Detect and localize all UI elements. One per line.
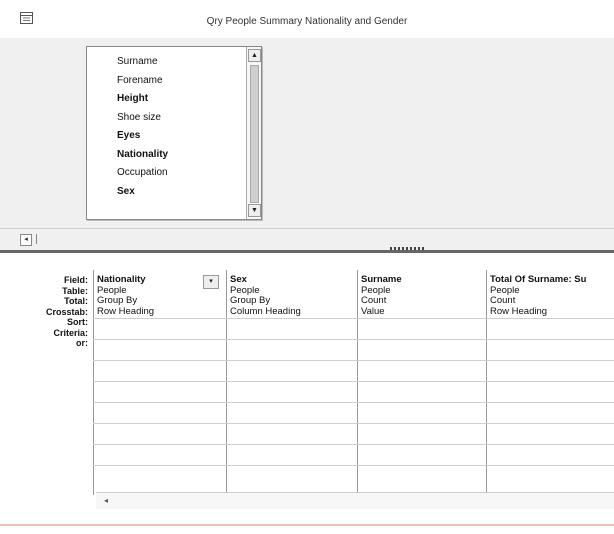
table-cell[interactable]: People bbox=[358, 286, 486, 297]
field-list-item[interactable]: Forename bbox=[117, 72, 241, 91]
field-list-item[interactable]: Occupation bbox=[117, 164, 241, 183]
table-pane-scrollbar[interactable]: ◂ bbox=[0, 228, 614, 251]
grid-column-1[interactable]: Nationality People Group By Row Heading bbox=[93, 270, 226, 495]
grid-row-label: Criteria: bbox=[53, 327, 88, 338]
grid-row-divider bbox=[93, 381, 614, 382]
total-cell[interactable]: Group By bbox=[94, 296, 226, 307]
field-list-item[interactable]: Sex bbox=[117, 183, 241, 202]
table-cell[interactable]: People bbox=[487, 286, 614, 297]
title-bar: Qry People Summary Nationality and Gende… bbox=[0, 0, 614, 39]
crosstab-cell[interactable]: Column Heading bbox=[227, 307, 357, 318]
scroll-down-icon[interactable]: ▼ bbox=[248, 204, 261, 217]
field-cell[interactable]: Surname bbox=[358, 275, 486, 286]
scroll-track[interactable] bbox=[36, 234, 47, 244]
crosstab-cell[interactable]: Row Heading bbox=[94, 307, 226, 318]
grid-row-divider bbox=[93, 318, 614, 319]
field-list-item[interactable]: Eyes bbox=[117, 127, 241, 146]
window-title: Qry People Summary Nationality and Gende… bbox=[206, 16, 408, 27]
total-cell[interactable]: Group By bbox=[227, 296, 357, 307]
grid-scrollbar[interactable]: ◂ bbox=[96, 492, 614, 509]
pane-splitter[interactable] bbox=[0, 247, 614, 253]
table-cell[interactable]: People bbox=[227, 286, 357, 297]
table-pane[interactable]: Surname Forename Height Shoe size Eyes Nation… bbox=[0, 38, 614, 228]
grid-row-divider bbox=[93, 360, 614, 361]
splitter-grip-icon[interactable] bbox=[390, 247, 426, 250]
design-grid[interactable]: Field: Table: Total: Crosstab: Sort: Criteria… bbox=[0, 260, 614, 522]
grid-row-divider bbox=[93, 465, 614, 466]
grid-row-label: Table: bbox=[62, 285, 88, 296]
grid-row-label: Total: bbox=[64, 296, 88, 306]
field-list-item[interactable]: Shoe size bbox=[117, 109, 241, 128]
scroll-up-icon[interactable]: ▲ bbox=[248, 49, 261, 62]
crosstab-cell[interactable]: Row Heading bbox=[487, 307, 614, 318]
field-dropdown-icon[interactable]: ▾ bbox=[203, 275, 219, 289]
total-cell[interactable]: Count bbox=[487, 296, 614, 307]
scroll-thumb[interactable] bbox=[250, 65, 259, 203]
scroll-left-icon[interactable]: ◂ bbox=[20, 234, 32, 246]
field-list: Surname Forename Height Shoe size Eyes Nation… bbox=[117, 53, 241, 201]
field-list-item[interactable]: Nationality bbox=[117, 146, 241, 165]
grid-column-3[interactable]: Surname People Count Value bbox=[357, 270, 486, 495]
field-list-item[interactable]: Surname bbox=[117, 53, 241, 72]
field-list-item[interactable]: Height bbox=[117, 90, 241, 109]
field-cell[interactable]: Sex bbox=[227, 275, 357, 286]
grid-row-label: Field: bbox=[64, 275, 88, 285]
field-cell[interactable]: Total Of Surname: Su bbox=[487, 275, 614, 286]
grid-row-divider bbox=[93, 339, 614, 340]
grid-row-label: Crosstab: bbox=[45, 306, 88, 317]
total-cell[interactable]: Count bbox=[358, 296, 486, 307]
grid-row-divider bbox=[93, 444, 614, 445]
field-list-scrollbar[interactable]: ▲ ▼ bbox=[246, 47, 261, 219]
grid-row-labels: Field: Table: Total: Crosstab: Sort: Criteria… bbox=[0, 275, 92, 349]
grid-row-divider bbox=[93, 423, 614, 424]
grid-column-4[interactable]: Total Of Surname: Su People Count Row He… bbox=[486, 270, 614, 495]
grid-row-label: Sort: bbox=[67, 317, 88, 327]
grid-row-divider bbox=[93, 402, 614, 403]
people-field-list[interactable]: Surname Forename Height Shoe size Eyes Nation… bbox=[86, 46, 262, 220]
crosstab-cell[interactable]: Value bbox=[358, 307, 486, 318]
scroll-left-icon[interactable]: ◂ bbox=[104, 496, 114, 506]
window-bottom-border bbox=[0, 524, 614, 526]
grid-row-label: or: bbox=[76, 338, 88, 348]
grid-column-2[interactable]: Sex People Group By Column Heading bbox=[226, 270, 357, 495]
